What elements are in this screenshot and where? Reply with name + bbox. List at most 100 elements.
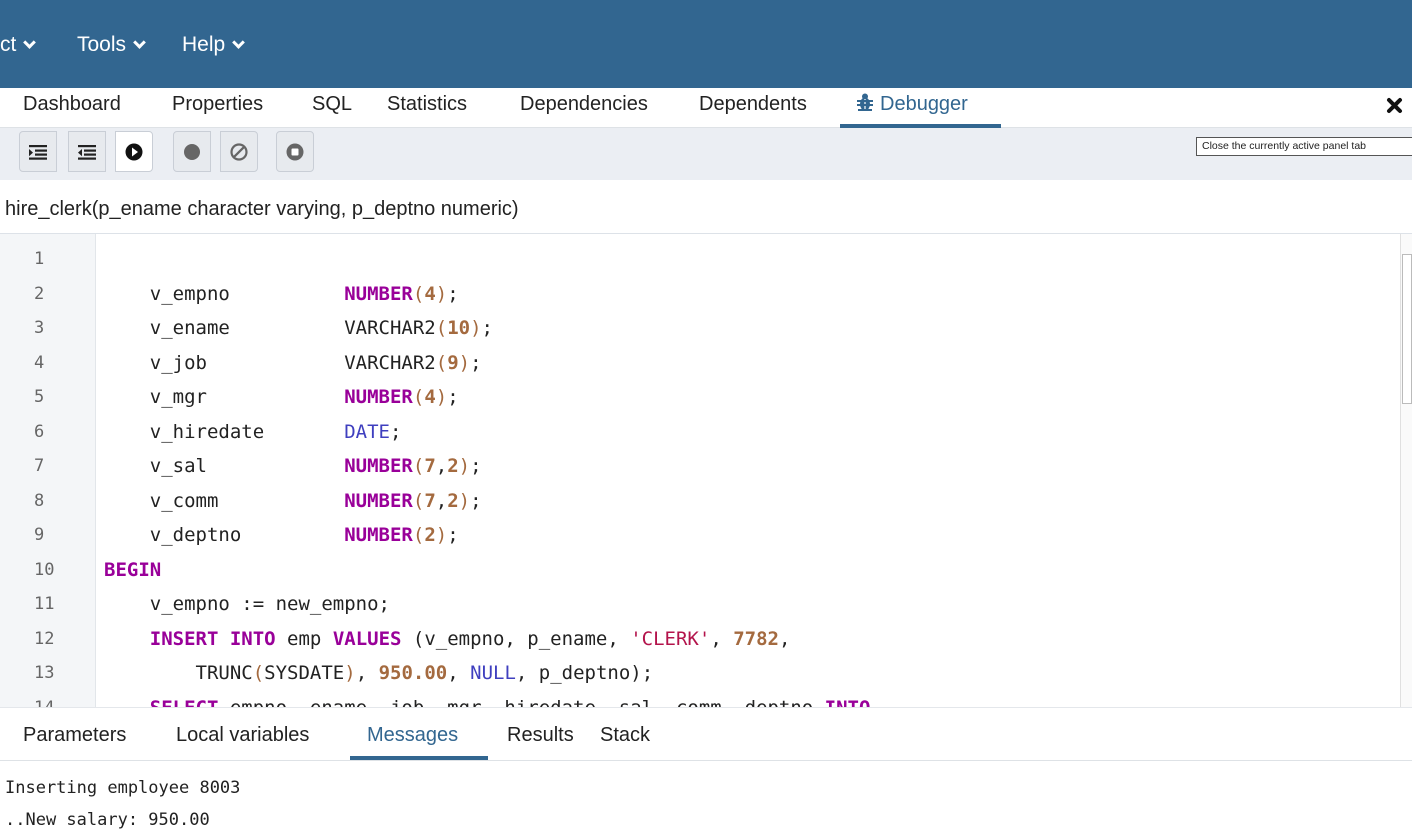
tab-parameters[interactable]: Parameters (23, 707, 126, 761)
tab-properties[interactable]: Properties (172, 88, 263, 128)
code-text: v_empno := new_empno; (104, 587, 390, 621)
code-line: 2 v_empno NUMBER(4); (0, 277, 1398, 311)
code-line: 1 (0, 242, 1398, 276)
chevron-down-icon (133, 35, 146, 49)
code-line: 8 v_comm NUMBER(7,2); (0, 484, 1398, 518)
line-number: 3 (34, 318, 45, 338)
code-token: ( (412, 455, 425, 477)
clear-breakpoints-button[interactable] (220, 131, 258, 172)
top-menu-bar: ct Tools Help (0, 0, 1412, 88)
code-token: NUMBER (344, 282, 413, 305)
line-number: 2 (34, 283, 45, 304)
code-token: 4 (424, 386, 436, 408)
continue-icon (125, 143, 143, 160)
menu-help[interactable]: Help (182, 30, 246, 60)
code-token: ( (412, 489, 425, 512)
code-token: INTO (825, 697, 871, 708)
tab-results[interactable]: Results (507, 707, 574, 761)
code-line: 12 INSERT INTO emp VALUES (v_empno, p_en… (0, 622, 1398, 656)
tab-dashboard[interactable]: Dashboard (23, 88, 121, 128)
code-token: v_comm (104, 489, 345, 512)
continue-button[interactable] (115, 131, 153, 172)
code-token: VALUES (332, 627, 402, 650)
code-token: 7 (424, 455, 436, 477)
function-signature: hire_clerk(p_ename character varying, p_… (0, 180, 1412, 234)
code-line: 7 v_sal NUMBER(7,2); (0, 449, 1398, 483)
code-token: 2 (424, 524, 436, 546)
line-number: 7 (34, 456, 45, 476)
code-token: 2 (447, 455, 459, 477)
tab-dependents[interactable]: Dependents (699, 88, 807, 128)
code-token: 9 (447, 351, 459, 374)
clear-breakpoints-icon (230, 142, 248, 161)
code-token: v_mgr (104, 386, 345, 408)
code-token: ) (458, 455, 471, 477)
code-token: ( (412, 282, 425, 305)
code-token: , (435, 455, 448, 477)
code-token: v_empno (104, 282, 345, 305)
tab-stack[interactable]: Stack (600, 707, 650, 761)
line-number: 13 (34, 663, 55, 683)
code-token: NUMBER (344, 489, 413, 512)
code-token: (v_empno, p_ename, (401, 627, 631, 650)
line-number: 4 (34, 352, 45, 373)
code-token: , (710, 627, 734, 650)
code-token: ; (470, 351, 482, 374)
code-token: ) (458, 489, 471, 512)
tooltip: Close the currently active panel tab (1196, 137, 1412, 156)
tab-messages[interactable]: Messages (367, 707, 458, 761)
toggle-breakpoint-button[interactable] (173, 131, 211, 172)
line-number: 5 (34, 387, 45, 407)
tab-local-variables[interactable]: Local variables (176, 707, 309, 761)
tab-sql[interactable]: SQL (312, 88, 352, 128)
line-number: 1 (34, 249, 45, 269)
code-token: ) (435, 386, 448, 408)
code-token: , (778, 627, 791, 650)
step-over-icon (78, 144, 96, 160)
code-line: 14 SELECT empno, ename, job, mgr, hireda… (0, 691, 1398, 708)
menu-object-label: ct (0, 33, 17, 56)
line-number: 11 (34, 594, 55, 614)
step-over-button[interactable] (68, 131, 106, 172)
code-token: emp (275, 627, 333, 650)
code-line: 3 v_ename VARCHAR2(10); (0, 311, 1398, 345)
scrollbar-thumb[interactable] (1402, 254, 1412, 404)
code-text: INSERT INTO emp VALUES (v_empno, p_ename… (104, 622, 791, 656)
code-text: v_comm NUMBER(7,2); (104, 484, 482, 518)
code-line: 4 v_job VARCHAR2(9); (0, 346, 1398, 380)
tab-dependencies[interactable]: Dependencies (520, 88, 648, 128)
code-text: v_hiredate DATE; (104, 415, 402, 449)
code-token: BEGIN (104, 558, 162, 581)
line-number: 8 (34, 490, 45, 511)
code-editor[interactable]: 12 v_empno NUMBER(4); 3 v_ename VARCHAR2(… (0, 234, 1412, 707)
code-token: 950.00 (378, 662, 448, 684)
active-bottom-tab-indicator (350, 756, 488, 760)
code-token: INSERT INTO (149, 627, 276, 650)
close-icon (1387, 98, 1402, 113)
code-token: v_hiredate (104, 420, 345, 443)
code-token: ( (252, 662, 265, 684)
bug-icon (857, 93, 873, 111)
code-text: v_job VARCHAR2(9); (104, 346, 482, 380)
menu-object[interactable]: ct (0, 30, 37, 60)
code-token: ( (412, 524, 425, 546)
menu-tools[interactable]: Tools (77, 30, 146, 60)
code-token: ( (435, 317, 448, 339)
tab-statistics[interactable]: Statistics (387, 88, 467, 128)
code-token: 7782 (733, 627, 779, 650)
tab-debugger[interactable]: Debugger (856, 88, 968, 128)
line-number: 12 (34, 628, 55, 649)
code-text: v_deptno NUMBER(2); (104, 518, 459, 552)
code-token: ) (435, 282, 448, 305)
code-token: ( (412, 386, 425, 408)
stop-button[interactable] (276, 131, 314, 172)
step-into-button[interactable] (19, 131, 57, 172)
code-token: v_deptno (104, 524, 345, 546)
close-tab-button[interactable] (1384, 92, 1408, 116)
code-token: empno, ename, job, mgr, hiredate, sal, c… (218, 697, 824, 708)
code-token: NUMBER (344, 524, 413, 546)
code-token: v_sal (104, 455, 345, 477)
code-line: 9 v_deptno NUMBER(2); (0, 518, 1398, 552)
line-number: 9 (34, 525, 45, 545)
